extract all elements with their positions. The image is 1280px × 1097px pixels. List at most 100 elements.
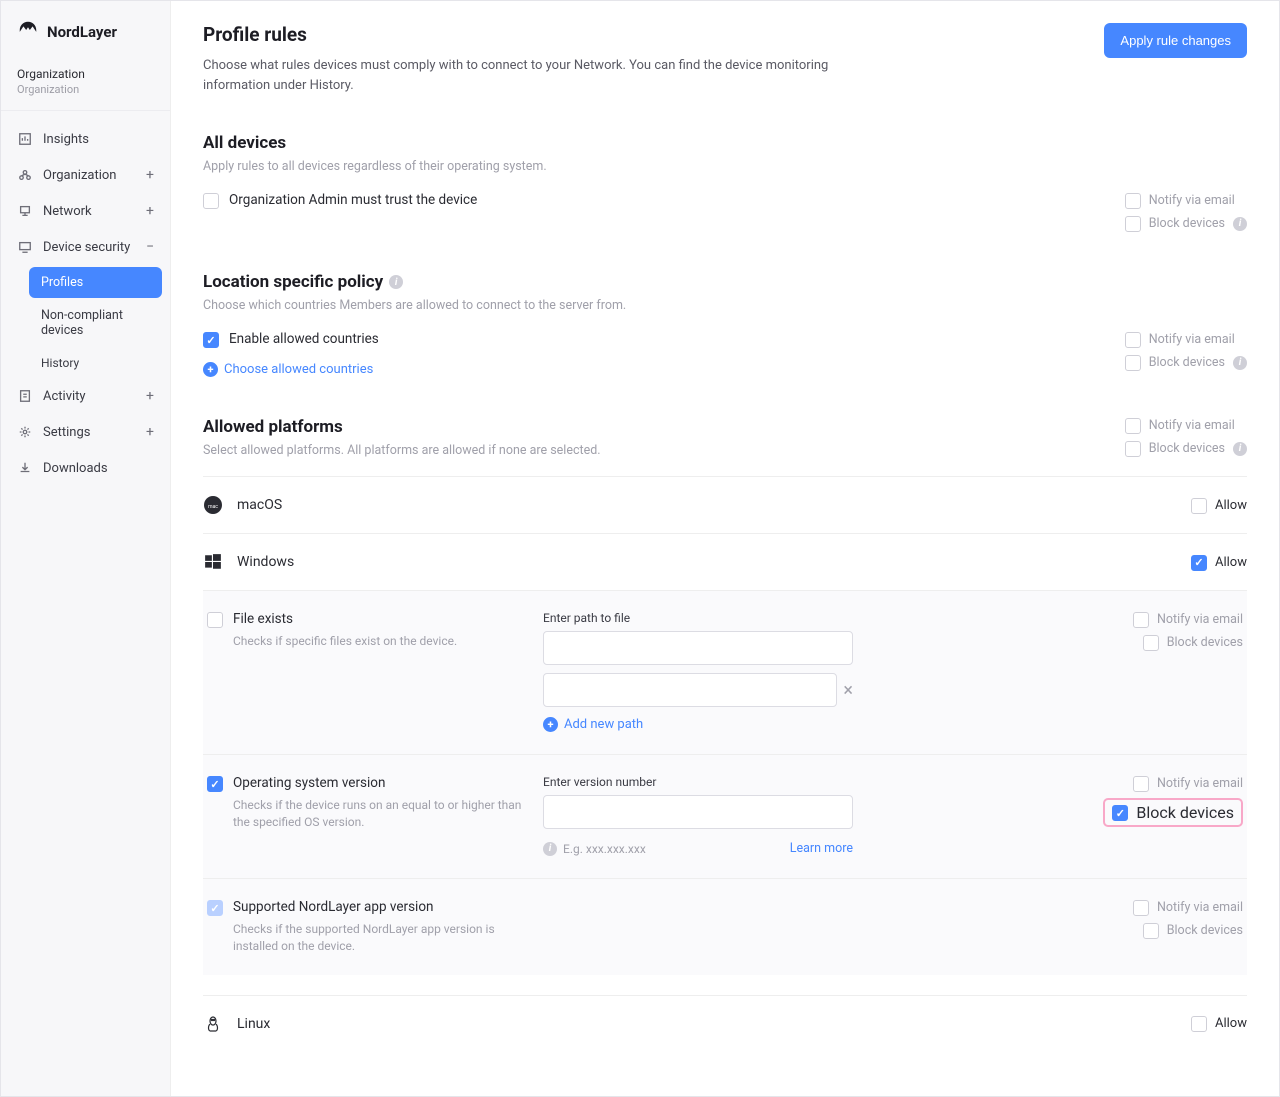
windows-icon: [203, 552, 223, 572]
os-version-checkbox[interactable]: [207, 776, 223, 792]
location-block-label: Block devices: [1149, 355, 1225, 370]
platforms-title: Allowed platforms: [203, 417, 601, 437]
platform-linux-label: Linux: [237, 1016, 270, 1032]
app-notify-checkbox[interactable]: [1133, 900, 1149, 916]
platforms-notify-checkbox[interactable]: [1125, 418, 1141, 434]
macos-allow-label: Allow: [1215, 498, 1247, 513]
os-version-desc: Checks if the device runs on an equal to…: [233, 797, 527, 831]
nav-insights-label: Insights: [43, 132, 89, 147]
plus-circle-icon: +: [543, 717, 558, 732]
org-selector[interactable]: Organization Organization: [1, 61, 170, 111]
page-header: Profile rules Choose what rules devices …: [203, 23, 1247, 95]
os-block-highlighted: Block devices: [1103, 798, 1243, 827]
nav-organization-label: Organization: [43, 168, 116, 183]
collapse-icon: −: [146, 239, 154, 255]
info-icon[interactable]: i: [1233, 217, 1247, 231]
page-subtitle: Choose what rules devices must comply wi…: [203, 56, 843, 95]
platforms-block-label: Block devices: [1149, 441, 1225, 456]
expand-icon: +: [146, 424, 154, 440]
all-notify-label: Notify via email: [1149, 193, 1235, 208]
nav-downloads[interactable]: Downloads: [1, 450, 170, 486]
windows-allow-label: Allow: [1215, 555, 1247, 570]
nav-organization[interactable]: Organization +: [1, 157, 170, 193]
app-version-checkbox: [207, 900, 223, 916]
nav-device-security[interactable]: Device security −: [1, 229, 170, 265]
all-block-label: Block devices: [1149, 216, 1225, 231]
platforms-subtitle: Select allowed platforms. All platforms …: [203, 443, 601, 458]
section-location: Location specific policyi Choose which c…: [203, 272, 1247, 377]
subnav-non-compliant[interactable]: Non-compliant devices: [29, 300, 162, 346]
enable-allowed-countries-checkbox[interactable]: [203, 332, 219, 348]
nav-device-security-label: Device security: [43, 240, 130, 255]
info-icon[interactable]: i: [1233, 356, 1247, 370]
all-notify-checkbox[interactable]: [1125, 193, 1141, 209]
subnav-profiles[interactable]: Profiles: [29, 267, 162, 298]
network-icon: [17, 203, 33, 219]
section-all-devices: All devices Apply rules to all devices r…: [203, 133, 1247, 232]
linux-icon: [203, 1014, 223, 1034]
downloads-icon: [17, 460, 33, 476]
remove-path-icon[interactable]: ×: [843, 680, 853, 701]
windows-rules-expanded: File exists Checks if specific files exi…: [203, 590, 1247, 975]
platforms-block-checkbox[interactable]: [1125, 441, 1141, 457]
admin-trust-label: Organization Admin must trust the device: [229, 192, 477, 208]
nav-settings[interactable]: Settings +: [1, 414, 170, 450]
os-notify-label: Notify via email: [1157, 776, 1243, 791]
os-notify-checkbox[interactable]: [1133, 776, 1149, 792]
platforms-notify-label: Notify via email: [1149, 418, 1235, 433]
nav-insights[interactable]: Insights: [1, 121, 170, 157]
org-label: Organization: [17, 67, 154, 81]
macos-allow-checkbox[interactable]: [1191, 498, 1207, 514]
expand-icon: +: [146, 388, 154, 404]
svg-text:mac: mac: [208, 504, 218, 510]
app-block-checkbox[interactable]: [1143, 923, 1159, 939]
os-block-checkbox[interactable]: [1112, 805, 1128, 821]
os-version-placeholder: E.g. xxx.xxx.xxx: [563, 842, 646, 856]
platform-row-linux: Linux Allow: [203, 995, 1247, 1052]
add-new-path-link[interactable]: + Add new path: [543, 717, 853, 732]
linux-allow-checkbox[interactable]: [1191, 1016, 1207, 1032]
subnav-history[interactable]: History: [29, 348, 170, 378]
platform-row-macos: mac macOS Allow: [203, 476, 1247, 533]
nav-settings-label: Settings: [43, 425, 90, 440]
os-version-input-label: Enter version number: [543, 775, 853, 789]
file-exists-label: File exists: [233, 611, 457, 627]
apply-rule-changes-button[interactable]: Apply rule changes: [1104, 23, 1247, 58]
file-block-label: Block devices: [1167, 635, 1243, 650]
file-notify-label: Notify via email: [1157, 612, 1243, 627]
info-icon[interactable]: i: [389, 275, 403, 289]
nav-network[interactable]: Network +: [1, 193, 170, 229]
brand: NordLayer: [1, 19, 170, 61]
nav-downloads-label: Downloads: [43, 461, 108, 476]
windows-allow-checkbox[interactable]: [1191, 555, 1207, 571]
location-block-checkbox[interactable]: [1125, 355, 1141, 371]
file-path-label: Enter path to file: [543, 611, 853, 625]
main-content: Profile rules Choose what rules devices …: [171, 1, 1279, 1096]
platform-windows-label: Windows: [237, 554, 294, 570]
learn-more-link[interactable]: Learn more: [790, 841, 853, 856]
file-exists-desc: Checks if specific files exist on the de…: [233, 633, 457, 650]
os-version-input[interactable]: [543, 795, 853, 829]
nav-activity[interactable]: Activity +: [1, 378, 170, 414]
file-path-input-2[interactable]: [543, 673, 837, 707]
choose-allowed-countries-label: Choose allowed countries: [224, 362, 373, 377]
file-exists-checkbox[interactable]: [207, 612, 223, 628]
all-block-checkbox[interactable]: [1125, 216, 1141, 232]
file-block-checkbox[interactable]: [1143, 635, 1159, 651]
expand-icon: +: [146, 167, 154, 183]
expand-icon: +: [146, 203, 154, 219]
admin-trust-checkbox[interactable]: [203, 193, 219, 209]
info-icon[interactable]: i: [1233, 442, 1247, 456]
activity-icon: [17, 388, 33, 404]
app-notify-label: Notify via email: [1157, 900, 1243, 915]
org-name: Organization: [17, 83, 154, 96]
location-notify-checkbox[interactable]: [1125, 332, 1141, 348]
file-path-input-1[interactable]: [543, 631, 853, 665]
location-notify-label: Notify via email: [1149, 332, 1235, 347]
choose-allowed-countries-link[interactable]: + Choose allowed countries: [203, 362, 379, 377]
nav: Insights Organization + Network + Device…: [1, 111, 170, 496]
location-title: Location specific policy: [203, 272, 383, 292]
file-notify-checkbox[interactable]: [1133, 612, 1149, 628]
app-version-label: Supported NordLayer app version: [233, 899, 527, 915]
add-new-path-label: Add new path: [564, 717, 643, 732]
